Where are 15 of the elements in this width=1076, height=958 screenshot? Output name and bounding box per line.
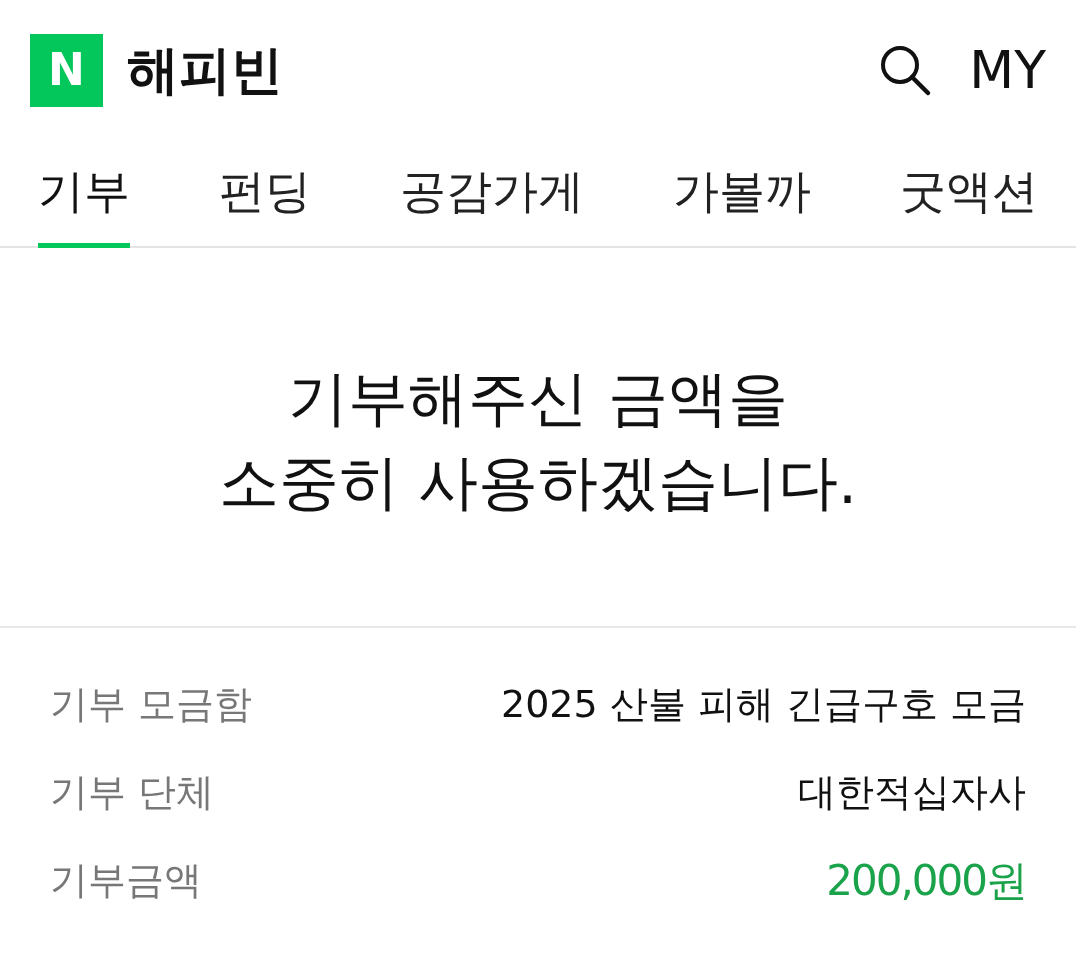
thanks-message: 기부해주신 금액을	[288, 362, 788, 435]
detail-value: 2025 산불 피해 긴급구호 모금	[500, 680, 1026, 728]
nav-tab[interactable]: 공감가게	[400, 140, 584, 248]
detail-label: 기부 단체	[50, 768, 215, 816]
detail-value: 대한적십자사	[798, 768, 1026, 816]
nav-tab[interactable]: 굿액션	[900, 140, 1038, 248]
nav-tab[interactable]: 기부	[38, 140, 130, 248]
detail-label: 기부 모금함	[50, 680, 253, 728]
site-title: 해피빈	[127, 39, 283, 102]
nav-tab[interactable]: 펀딩	[219, 140, 311, 248]
thanks-message: 소중히 사용하겠습니다.	[218, 446, 858, 519]
detail-value: 200,000원	[826, 854, 1026, 907]
my-button[interactable]: MY	[969, 44, 1046, 96]
detail-label: 기부금액	[50, 856, 202, 904]
nav-tab[interactable]: 가볼까	[673, 140, 811, 248]
